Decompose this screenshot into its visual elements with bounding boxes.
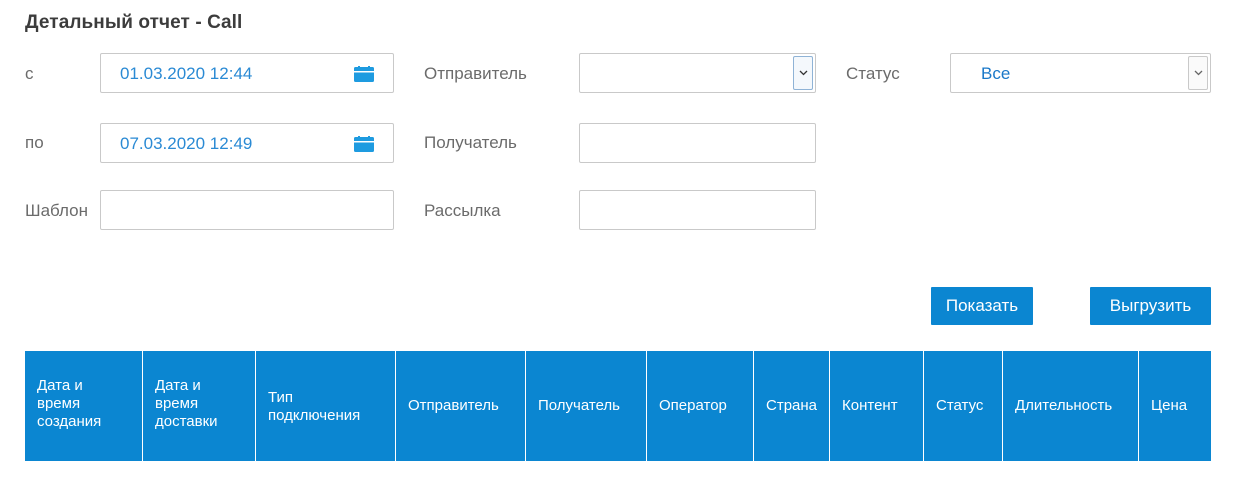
export-button[interactable]: Выгрузить	[1090, 287, 1211, 325]
column-header[interactable]: Длительность	[1003, 351, 1139, 461]
column-header[interactable]: Отправитель	[396, 351, 526, 461]
mailing-label: Рассылка	[424, 201, 501, 220]
template-label: Шаблон	[25, 201, 88, 220]
column-header[interactable]: Дата и время доставки	[143, 351, 256, 461]
calendar-icon[interactable]	[354, 66, 374, 82]
show-button[interactable]: Показать	[931, 287, 1033, 325]
recipient-label: Получатель	[424, 133, 517, 152]
recipient-input[interactable]	[579, 123, 816, 163]
status-value: Все	[981, 64, 1011, 83]
status-select[interactable]: Все	[950, 53, 1211, 93]
calendar-icon[interactable]	[354, 136, 374, 152]
status-dropdown-button[interactable]	[1188, 56, 1208, 90]
sender-label: Отправитель	[424, 64, 527, 83]
column-header[interactable]: Получатель	[526, 351, 647, 461]
column-header[interactable]: Страна	[754, 351, 830, 461]
from-label: с	[25, 64, 34, 83]
to-datetime-value: 07.03.2020 12:49	[120, 134, 253, 153]
from-datetime-value: 01.03.2020 12:44	[120, 64, 253, 83]
report-table-header: Дата и время создания Дата и время доста…	[25, 351, 1211, 461]
to-label: по	[25, 133, 44, 152]
sender-dropdown-button[interactable]	[793, 56, 813, 90]
to-datetime-input[interactable]: 07.03.2020 12:49	[100, 123, 394, 163]
template-input[interactable]	[100, 190, 394, 230]
sender-select[interactable]	[579, 53, 816, 93]
column-header[interactable]: Тип подключения	[256, 351, 396, 461]
status-label: Статус	[846, 64, 900, 83]
chevron-down-icon	[799, 70, 808, 76]
column-header[interactable]: Статус	[924, 351, 1003, 461]
page-title: Детальный отчет - Call	[25, 12, 243, 33]
column-header[interactable]: Оператор	[647, 351, 754, 461]
chevron-down-icon	[1194, 70, 1203, 76]
column-header[interactable]: Дата и время создания	[25, 351, 143, 461]
from-datetime-input[interactable]: 01.03.2020 12:44	[100, 53, 394, 93]
column-header[interactable]: Контент	[830, 351, 924, 461]
column-header[interactable]: Цена	[1139, 351, 1211, 461]
mailing-input[interactable]	[579, 190, 816, 230]
